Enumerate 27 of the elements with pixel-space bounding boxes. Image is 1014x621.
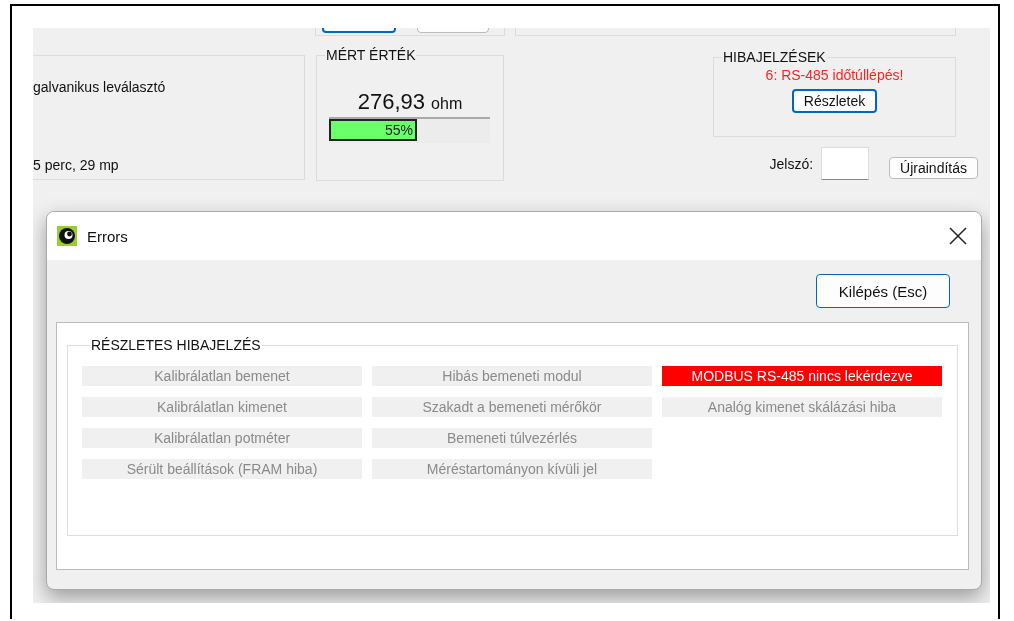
error-flag: Kalibrálatlan kimenet bbox=[82, 397, 362, 417]
error-flag: Analóg kimenet skálázási hiba bbox=[662, 397, 942, 417]
group-title: HIBAJELZÉSEK bbox=[722, 49, 827, 65]
window-title: Errors bbox=[87, 227, 128, 245]
error-message: 6: RS-485 időtúllépés! bbox=[765, 67, 904, 83]
password-field[interactable] bbox=[821, 147, 870, 180]
group-title: RÉSZLETES HIBAJELZÉS bbox=[90, 337, 262, 353]
percent-label: 55% bbox=[385, 122, 414, 138]
password-label: Jelszó: bbox=[769, 155, 814, 172]
restart-button[interactable]: Újraindítás bbox=[889, 156, 978, 179]
measured-value: 276,93 bbox=[357, 89, 426, 115]
error-flag: Hibás bemeneti modul bbox=[372, 366, 652, 386]
error-flag: Bemeneti túlvezérlés bbox=[372, 428, 652, 448]
error-flag: MODBUS RS-485 nincs lekérdezve bbox=[662, 366, 942, 386]
info-text: 5 perc, 29 mp bbox=[33, 157, 120, 173]
unit-label: ohm bbox=[431, 95, 463, 113]
error-flag: Méréstartományon kívüli jel bbox=[372, 459, 652, 479]
error-flag: Kalibrálatlan bemenet bbox=[82, 366, 362, 386]
error-flag: Sérült beállítások (FRAM hiba) bbox=[82, 459, 362, 479]
app-icon bbox=[57, 226, 77, 246]
error-flag: Kalibrálatlan potméter bbox=[82, 428, 362, 448]
error-flag: Szakadt a bemeneti mérőkör bbox=[372, 397, 652, 417]
info-text: galvanikus leválasztó bbox=[33, 79, 167, 95]
close-icon bbox=[949, 227, 967, 245]
exit-button[interactable]: Kilépés (Esc) bbox=[816, 274, 950, 308]
group-title: MÉRT ÉRTÉK bbox=[325, 47, 417, 63]
details-button[interactable]: Részletek bbox=[791, 89, 878, 113]
